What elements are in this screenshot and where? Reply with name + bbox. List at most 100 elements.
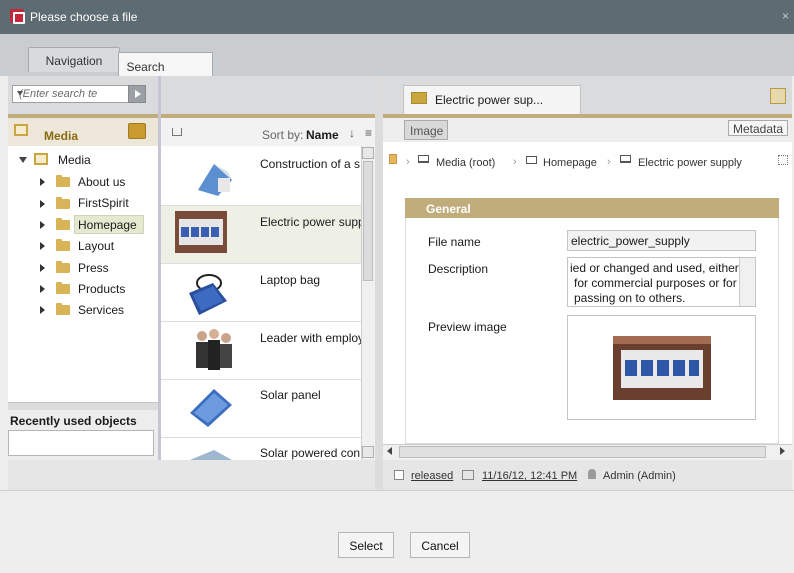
- description-line: ied or changed and used, either: [570, 261, 739, 275]
- tree-item-layout[interactable]: Layout: [78, 239, 114, 253]
- tree-item-about-us[interactable]: About us: [78, 175, 125, 189]
- description-scrollbar[interactable]: [739, 258, 755, 306]
- list-item-title[interactable]: Solar panel: [260, 388, 372, 402]
- thumbnail-solar-panel[interactable]: [186, 383, 238, 427]
- tree-item-press[interactable]: Press: [78, 261, 109, 275]
- list-item-title[interactable]: Electric power supp: [260, 215, 372, 229]
- tab-search[interactable]: Search: [118, 52, 213, 76]
- folder-icon: [56, 239, 70, 251]
- cancel-button[interactable]: Cancel: [410, 532, 470, 558]
- tree-view-icon[interactable]: [778, 155, 788, 165]
- expand-arrow-icon[interactable]: [40, 221, 45, 229]
- status-released[interactable]: released: [411, 470, 453, 482]
- breadcrumb-item[interactable]: Homepage: [543, 157, 597, 169]
- folder-icon: [56, 303, 70, 315]
- tree-item-services[interactable]: Services: [78, 303, 124, 317]
- section-title: General: [426, 202, 471, 216]
- scroll-right-icon[interactable]: [780, 447, 785, 455]
- scroll-down-button[interactable]: [362, 446, 374, 458]
- expand-arrow-icon[interactable]: [40, 264, 45, 272]
- thumbnail-construction[interactable]: [188, 150, 240, 196]
- middle-header: [161, 76, 375, 114]
- sort-value[interactable]: Name: [306, 128, 339, 142]
- search-input[interactable]: (Enter search te: [12, 85, 130, 103]
- left-status-bar: [8, 460, 375, 490]
- checkbox-icon: [394, 470, 404, 480]
- breadcrumb-separator: ›: [607, 156, 611, 168]
- list-item-title[interactable]: Leader with employ: [260, 331, 372, 345]
- row-divider: [161, 437, 361, 438]
- monitor-icon: [418, 155, 429, 163]
- thumbnail-leader[interactable]: [188, 326, 240, 370]
- breadcrumb-item[interactable]: Electric power supply: [638, 157, 742, 169]
- horizontal-scroll-thumb[interactable]: [399, 446, 766, 458]
- preview-image: [613, 336, 711, 400]
- select-button[interactable]: Select: [338, 532, 394, 558]
- document-tab-label[interactable]: Electric power sup...: [435, 93, 543, 107]
- status-user: Admin (Admin): [603, 470, 676, 482]
- folder-icon: [56, 218, 70, 230]
- description-line: passing on to others.: [574, 291, 686, 305]
- window-title: Please choose a file: [30, 10, 138, 24]
- expand-arrow-icon[interactable]: [40, 200, 45, 208]
- folder-icon: [56, 175, 70, 187]
- expand-arrow-icon[interactable]: [40, 178, 45, 186]
- sort-direction-icon[interactable]: ↓: [349, 126, 355, 140]
- breadcrumb-separator: ›: [513, 156, 517, 168]
- expand-icon[interactable]: [19, 157, 27, 163]
- tree-item-firstspirit[interactable]: FirstSpirit: [78, 196, 129, 210]
- scroll-left-icon[interactable]: [387, 447, 392, 455]
- description-label: Description: [428, 262, 489, 276]
- media-icon: [14, 124, 28, 136]
- upload-icon[interactable]: [172, 128, 182, 136]
- status-date[interactable]: 11/16/12, 12:41 PM: [482, 470, 577, 482]
- folder-icon: [56, 261, 70, 273]
- tree-item-media[interactable]: Media: [58, 153, 91, 167]
- media-root-icon: [34, 153, 48, 165]
- menu-icon[interactable]: ≡: [365, 126, 372, 140]
- close-icon[interactable]: ×: [782, 9, 789, 23]
- scroll-thumb[interactable]: [363, 161, 373, 281]
- expand-arrow-icon[interactable]: [40, 306, 45, 314]
- chevron-down-icon[interactable]: [17, 91, 23, 96]
- folder-icon: [56, 197, 70, 209]
- breadcrumb-icon: [389, 154, 397, 164]
- description-line: for commercial purposes or for: [574, 276, 737, 290]
- tree-item-products[interactable]: Products: [78, 282, 125, 296]
- folder-icon: [56, 282, 70, 294]
- recent-objects-field[interactable]: [8, 430, 154, 456]
- tree-item-homepage[interactable]: Homepage: [78, 218, 137, 232]
- breadcrumb-separator: ›: [406, 156, 410, 168]
- tab-navigation[interactable]: Navigation: [28, 47, 120, 72]
- monitor-icon: [620, 155, 631, 163]
- row-divider: [161, 379, 361, 380]
- scroll-up-button[interactable]: [362, 147, 374, 159]
- row-divider: [161, 321, 361, 322]
- footer: [0, 490, 794, 573]
- expand-arrow-icon[interactable]: [40, 242, 45, 250]
- refresh-icon[interactable]: [128, 123, 146, 139]
- calendar-icon: [462, 470, 474, 480]
- list-item-title[interactable]: Construction of a s: [260, 157, 372, 171]
- image-icon: [411, 92, 427, 104]
- list-item-title[interactable]: Laptop bag: [260, 273, 372, 287]
- thumbnail-laptop-bag[interactable]: [183, 271, 235, 315]
- recent-objects-label: Recently used objects: [10, 414, 137, 428]
- file-name-field[interactable]: electric_power_supply: [567, 230, 756, 251]
- tab-metadata[interactable]: Metadata: [728, 120, 788, 136]
- thumbnail-electric-power[interactable]: [175, 211, 227, 253]
- breadcrumb-item[interactable]: Media (root): [436, 157, 495, 169]
- media-header-label: Media: [44, 129, 79, 143]
- folder-outline-icon: [526, 156, 537, 164]
- maximize-icon[interactable]: [770, 88, 786, 104]
- row-divider: [161, 263, 361, 264]
- splitter-right[interactable]: [375, 76, 383, 490]
- app-icon: [10, 9, 25, 24]
- expand-arrow-icon[interactable]: [40, 285, 45, 293]
- user-icon: [588, 469, 596, 479]
- splitter-handle[interactable]: [8, 402, 158, 410]
- thumbnail-solar-powered[interactable]: [186, 446, 238, 460]
- list-item-title[interactable]: Solar powered con: [260, 446, 372, 460]
- tab-image[interactable]: Image: [404, 120, 448, 140]
- search-go-button[interactable]: [128, 85, 146, 103]
